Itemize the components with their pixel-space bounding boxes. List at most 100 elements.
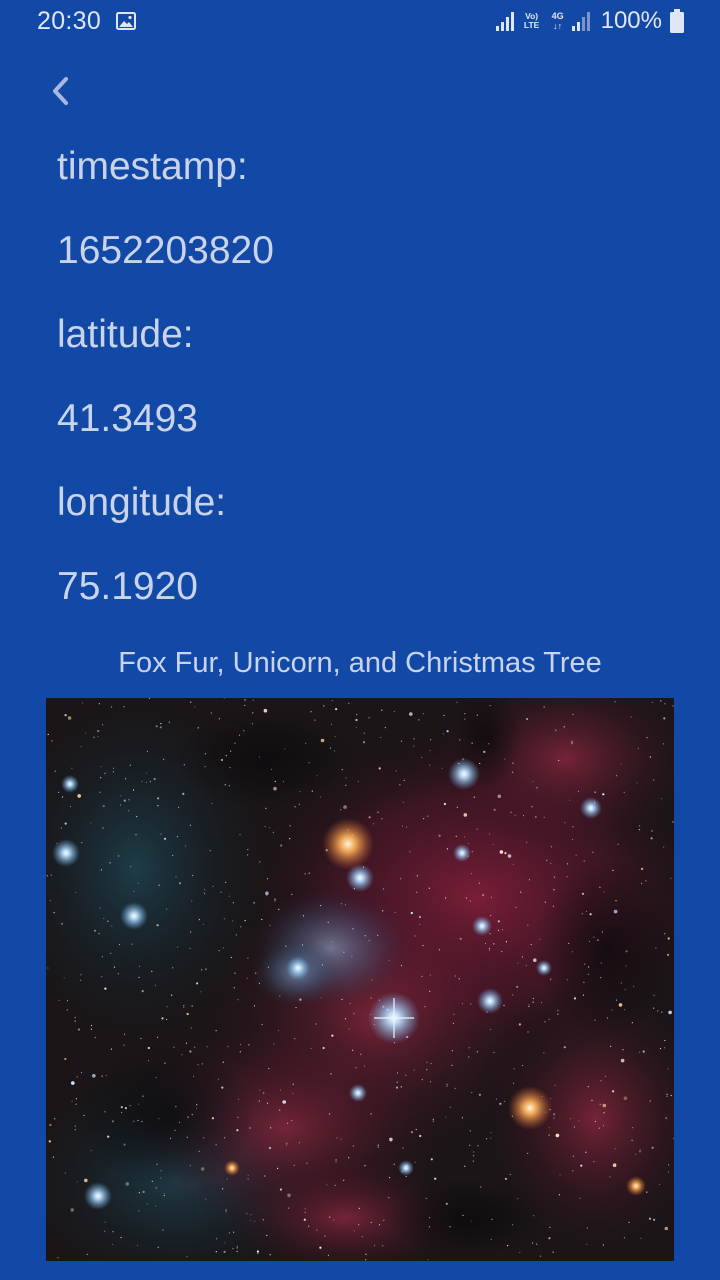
background-star xyxy=(552,1251,554,1253)
background-star xyxy=(123,1143,126,1146)
background-star xyxy=(69,805,72,808)
background-star xyxy=(587,973,589,975)
background-star xyxy=(67,716,72,720)
background-star xyxy=(410,1131,414,1134)
background-star xyxy=(594,1019,596,1021)
background-star xyxy=(620,763,622,765)
background-star xyxy=(591,1099,593,1101)
background-star xyxy=(301,944,304,946)
background-star xyxy=(514,814,516,816)
background-star xyxy=(166,1018,168,1021)
background-star xyxy=(380,736,382,739)
background-star xyxy=(282,1100,286,1104)
background-star xyxy=(446,848,448,850)
background-star xyxy=(316,775,318,777)
background-star xyxy=(490,1238,492,1240)
background-star xyxy=(553,876,556,878)
background-star xyxy=(476,714,478,716)
astronomy-image xyxy=(46,698,674,1261)
background-star xyxy=(160,1177,162,1179)
background-star xyxy=(295,1007,297,1009)
background-star xyxy=(230,956,232,959)
background-star xyxy=(160,723,162,725)
background-star xyxy=(220,758,223,762)
background-star xyxy=(571,743,573,745)
background-star xyxy=(137,1103,140,1105)
background-star xyxy=(670,1094,672,1097)
background-star xyxy=(454,975,456,977)
background-star xyxy=(631,1139,633,1141)
background-star xyxy=(160,833,162,835)
background-star xyxy=(660,700,662,702)
background-star xyxy=(103,917,105,919)
background-star xyxy=(331,941,333,943)
background-star xyxy=(539,1255,542,1257)
background-star xyxy=(146,750,148,752)
background-star xyxy=(635,1153,637,1155)
background-star xyxy=(491,1218,493,1220)
background-star xyxy=(641,882,643,885)
background-star xyxy=(253,901,256,904)
background-star xyxy=(279,1089,282,1091)
background-star xyxy=(426,1061,428,1063)
background-star xyxy=(162,1229,164,1231)
background-star xyxy=(416,875,418,877)
background-star xyxy=(488,743,490,745)
background-star xyxy=(473,1151,475,1153)
background-star xyxy=(442,733,444,735)
background-star xyxy=(107,920,109,922)
background-star xyxy=(620,1058,625,1063)
background-star xyxy=(406,826,408,828)
background-star xyxy=(578,1120,580,1122)
background-star xyxy=(419,1134,422,1138)
background-star xyxy=(649,756,652,758)
background-star xyxy=(258,982,260,984)
background-star xyxy=(54,770,56,772)
background-star xyxy=(321,964,324,966)
background-star xyxy=(286,1142,288,1144)
background-star xyxy=(141,1121,143,1123)
background-star xyxy=(233,1231,235,1233)
background-star xyxy=(310,711,312,713)
background-star xyxy=(418,719,420,721)
background-star xyxy=(215,1144,217,1146)
background-star xyxy=(445,1202,448,1205)
background-star xyxy=(546,859,548,861)
background-star xyxy=(102,724,104,726)
background-star xyxy=(451,1064,453,1066)
background-star xyxy=(528,1004,530,1006)
background-star xyxy=(85,732,87,734)
background-star xyxy=(250,1214,252,1216)
background-star xyxy=(328,1113,331,1115)
background-star xyxy=(261,1023,263,1026)
background-star xyxy=(236,1250,238,1253)
background-star xyxy=(80,974,82,976)
background-star xyxy=(254,1220,256,1222)
background-star xyxy=(157,805,159,807)
background-star xyxy=(225,1209,227,1211)
background-star xyxy=(250,1219,252,1221)
background-star xyxy=(267,966,269,968)
background-star xyxy=(189,1165,191,1167)
background-star xyxy=(390,1140,392,1142)
background-star xyxy=(425,1197,427,1199)
background-star xyxy=(112,1231,114,1233)
background-star xyxy=(183,1006,185,1009)
background-star xyxy=(394,911,396,913)
background-star xyxy=(211,802,213,804)
background-star xyxy=(204,889,206,891)
background-star xyxy=(583,981,585,983)
background-star xyxy=(512,863,514,865)
background-star xyxy=(111,925,113,927)
background-star xyxy=(303,1218,306,1221)
background-star xyxy=(319,796,321,798)
back-button[interactable] xyxy=(38,68,82,114)
background-star xyxy=(80,979,82,981)
background-star xyxy=(47,967,49,969)
background-star xyxy=(107,1135,110,1138)
background-star xyxy=(405,1074,407,1076)
background-star xyxy=(334,750,336,752)
background-star xyxy=(258,756,261,758)
background-star xyxy=(377,1146,379,1148)
background-star xyxy=(190,701,192,703)
